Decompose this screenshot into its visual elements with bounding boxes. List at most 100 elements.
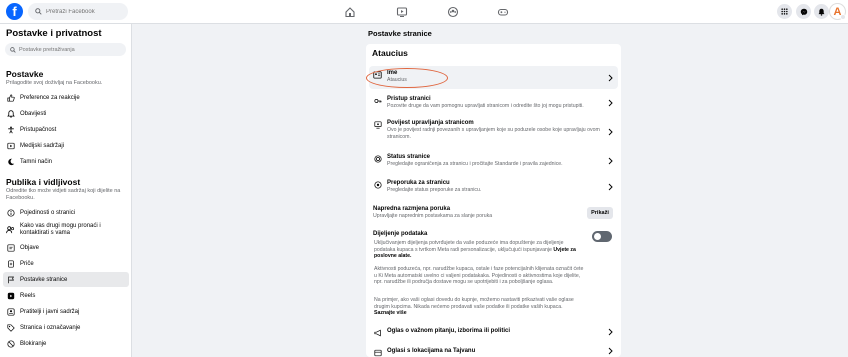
setting-title: Dijeljenje podataka xyxy=(373,231,428,237)
chevron-right-icon xyxy=(606,179,614,195)
data-sharing-paragraph-1: Uključivanjem dijeljenja potvrđujete da … xyxy=(374,240,584,260)
sidebar-item-followers[interactable]: Pratitelji i javni sadržaj xyxy=(3,304,129,319)
data-sharing-text-1: Uključivanjem dijeljenja potvrđujete da … xyxy=(374,240,564,253)
highlight-circle-annotation xyxy=(366,68,448,88)
menu-grid-icon[interactable] xyxy=(777,4,792,19)
accessibility-icon xyxy=(6,125,15,134)
people-icon xyxy=(6,226,15,235)
sidebar-item-label: Postavke stranice xyxy=(20,276,68,283)
search-icon xyxy=(10,46,16,53)
section-audience-title: Publika i vidljivost xyxy=(6,177,81,187)
setting-title: Oglas o važnom pitanju, izborima ili pol… xyxy=(387,328,511,334)
section-settings-title: Postavke xyxy=(6,69,44,79)
key-icon xyxy=(373,96,382,105)
page-settings-card: Ataucius Ime Ataucius Pristup stranici P… xyxy=(366,44,621,357)
page-icon xyxy=(6,275,15,284)
post-icon xyxy=(6,243,15,252)
sidebar-item-label: Pojedinosti o stranici xyxy=(20,209,76,216)
learn-more-link[interactable]: Saznajte više xyxy=(374,310,407,316)
tag-icon xyxy=(6,323,15,332)
groups-icon[interactable] xyxy=(447,6,459,18)
sidebar-item-label: Obavijesti xyxy=(20,110,47,117)
data-sharing-paragraph-2: Aktivnosti poduzeća, npr. narudžbe kupac… xyxy=(374,266,584,285)
sidebar-item-label: Medijski sadržaji xyxy=(20,142,65,149)
chevron-right-icon xyxy=(606,119,614,145)
sidebar-item-label: Objave xyxy=(20,244,40,251)
setting-row-data-sharing: Dijeljenje podataka xyxy=(369,227,618,241)
page-name-heading: Ataucius xyxy=(372,48,408,58)
search-icon xyxy=(35,8,42,15)
sidebar-item-posts[interactable]: Objave xyxy=(3,240,129,255)
sidebar-item-stories[interactable]: Priče xyxy=(3,256,129,271)
show-messaging-button[interactable]: Prikaži xyxy=(587,207,613,219)
reels-icon xyxy=(6,291,15,300)
chevron-right-icon xyxy=(606,69,614,86)
data-sharing-toggle[interactable] xyxy=(592,231,612,242)
sidebar-item-dark-mode[interactable]: Tamni način xyxy=(3,154,129,169)
moon-icon xyxy=(6,157,15,166)
chevron-right-icon xyxy=(606,95,614,111)
sidebar-item-label: Tamni način xyxy=(20,158,53,165)
sidebar-item-label: Preference za reakcije xyxy=(20,94,80,101)
setting-subtitle: Ovo je povijest radnji povezanih s uprav… xyxy=(387,127,600,140)
sidebar-item-accessibility[interactable]: Pristupačnost xyxy=(3,122,129,137)
recommendation-icon xyxy=(373,180,382,189)
sidebar-item-reels[interactable]: Reels xyxy=(3,288,129,303)
setting-row-recommendation[interactable]: Preporuka za stranicu Pregledajte status… xyxy=(369,176,618,198)
setting-title: Status stranice xyxy=(387,154,431,160)
sidebar-item-reaction-preferences[interactable]: Preference za reakcije xyxy=(3,90,129,105)
setting-title: Napredna razmjena poruka xyxy=(373,206,451,212)
setting-row-page-status[interactable]: Status stranice Pregledajte ograničenja … xyxy=(369,150,618,172)
history-icon xyxy=(373,120,382,129)
setting-title: Pristup stranici xyxy=(387,96,431,102)
setting-subtitle: Pregledajte status preporuke za stranicu… xyxy=(387,187,482,193)
messenger-icon[interactable] xyxy=(796,4,811,19)
facebook-logo[interactable]: f xyxy=(6,3,23,20)
sidebar-item-tagging[interactable]: Stranica i označavanje xyxy=(3,320,129,335)
sidebar-item-page-details[interactable]: Pojedinosti o stranici xyxy=(3,205,129,220)
facebook-search[interactable] xyxy=(28,3,128,20)
sidebar-item-label: Pratitelji i javni sadržaj xyxy=(20,308,80,315)
sidebar-item-label: Reels xyxy=(20,292,36,299)
search-input[interactable] xyxy=(46,8,126,15)
sidebar-item-label: Pristupačnost xyxy=(20,126,57,133)
sidebar-item-find-contact[interactable]: Kako vas drugi mogu pronaći i kontaktira… xyxy=(3,221,129,239)
setting-row-taiwan-ads[interactable]: Oglasi s lokacijama na Tajvanu xyxy=(369,344,618,357)
video-icon[interactable] xyxy=(396,6,408,18)
sidebar-item-label: Kako vas drugi mogu pronaći i kontaktira… xyxy=(20,223,101,236)
sidebar-item-blocking[interactable]: Blokiranje xyxy=(3,336,129,351)
data-sharing-paragraph-3: Na primjer, ako vaši oglasi dovedu do ku… xyxy=(374,297,584,317)
megaphone-icon xyxy=(373,328,382,337)
setting-row-page-access[interactable]: Pristup stranici Pozovite druge da vam p… xyxy=(369,92,618,114)
settings-search-input[interactable] xyxy=(19,46,119,53)
toggle-knob xyxy=(594,233,601,240)
settings-search[interactable] xyxy=(5,43,126,56)
home-icon[interactable] xyxy=(344,6,356,18)
setting-row-management-history[interactable]: Povijest upravljanja stranicom Ovo je po… xyxy=(369,116,618,148)
sidebar-item-label: Blokiranje xyxy=(20,340,47,347)
reaction-icon xyxy=(6,93,15,102)
section-audience-desc: Odredite tko može vidjeti sadržaj koji d… xyxy=(6,188,121,201)
setting-title: Preporuka za stranicu xyxy=(387,180,450,186)
chevron-right-icon xyxy=(606,327,614,337)
shield-icon xyxy=(373,154,382,163)
data-sharing-text-3: Na primjer, ako vaši oglasi dovedu do ku… xyxy=(374,297,574,310)
profile-avatar[interactable]: A xyxy=(829,3,846,20)
sidebar-item-media[interactable]: Medijski sadržaji xyxy=(3,138,129,153)
setting-row-advanced-messaging: Napredna razmjena poruka Upravljajte nap… xyxy=(369,202,618,224)
setting-subtitle: Pozovite druge da vam pomognu upravljati… xyxy=(387,103,584,109)
sidebar-item-notifications[interactable]: Obavijesti xyxy=(3,106,129,121)
settings-sidebar: Postavke i privatnost Postavke Prilagodi… xyxy=(0,24,132,357)
block-icon xyxy=(6,339,15,348)
setting-row-political-ads[interactable]: Oglas o važnom pitanju, izborima ili pol… xyxy=(369,324,618,340)
followers-icon xyxy=(6,307,15,316)
notifications-icon[interactable] xyxy=(814,4,829,19)
sidebar-item-page-settings[interactable]: Postavke stranice xyxy=(3,272,129,287)
page-title: Postavke stranice xyxy=(368,29,432,38)
account-chevron-icon[interactable] xyxy=(840,14,846,20)
gaming-icon[interactable] xyxy=(497,6,509,18)
setting-title: Oglasi s lokacijama na Tajvanu xyxy=(387,348,476,354)
top-navigation-bar: f A xyxy=(0,0,848,24)
media-icon xyxy=(6,141,15,150)
location-icon xyxy=(373,348,382,357)
